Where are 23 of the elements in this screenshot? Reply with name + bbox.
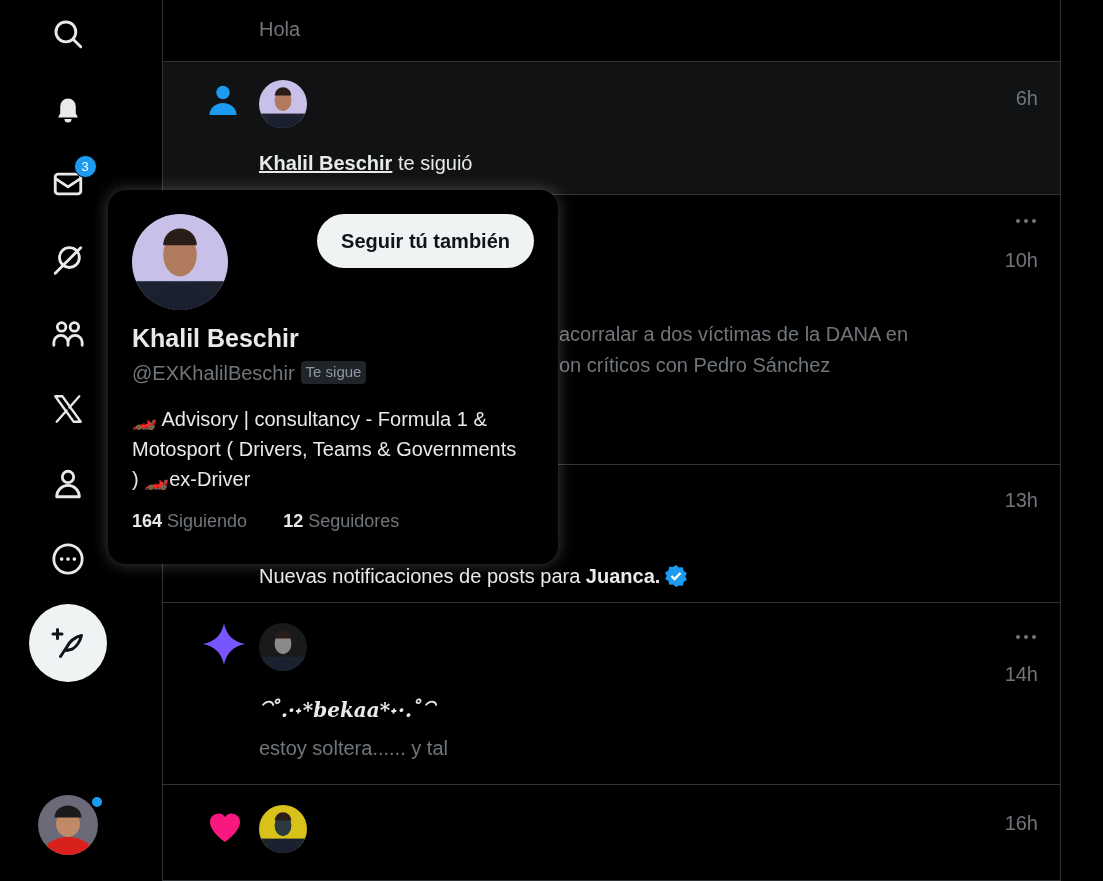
timestamp: 16h: [1004, 812, 1038, 835]
post-text: estoy soltera...... y tal: [259, 737, 448, 760]
follow-back-button[interactable]: Seguir tú también: [317, 214, 534, 268]
feather-plus-icon: [49, 625, 86, 661]
profile-name: Khalil Beschir: [132, 323, 300, 354]
timestamp: 6h: [1015, 86, 1038, 109]
notification-text: Nuevas notificaciones de posts para Juanca.: [259, 564, 661, 590]
message-text: Hola: [259, 17, 301, 42]
profile-bio: 🏎 Advisory | consultancy - Formula 1 & Motosport ( Drivers, Teams & Governments ) 🏎ex-Driver: [132, 406, 518, 492]
unread-badge: 3: [73, 155, 97, 178]
following-count[interactable]: 164 Siguiendo: [132, 507, 248, 535]
followers-count[interactable]: 12 Seguidores: [283, 507, 400, 535]
more-icon[interactable]: [50, 542, 85, 576]
timestamp: 13h: [1004, 488, 1038, 514]
profile-link[interactable]: Khalil Beschir: [259, 151, 393, 174]
follows-you-label: Te sigue: [300, 361, 367, 384]
post-text: acorralar a dos víctimas de la DANA en: [559, 321, 910, 347]
profile-handle: @EXKhalilBeschir: [132, 360, 295, 386]
timestamp: 14h: [1004, 662, 1038, 688]
follow-text: Khalil Beschir te siguió: [259, 151, 473, 174]
notification-row[interactable]: 6h Khalil Beschir te siguió: [163, 61, 1060, 195]
timestamp: 10h: [1004, 247, 1038, 273]
post-text: on críticos con Pedro Sánchez: [559, 352, 832, 378]
